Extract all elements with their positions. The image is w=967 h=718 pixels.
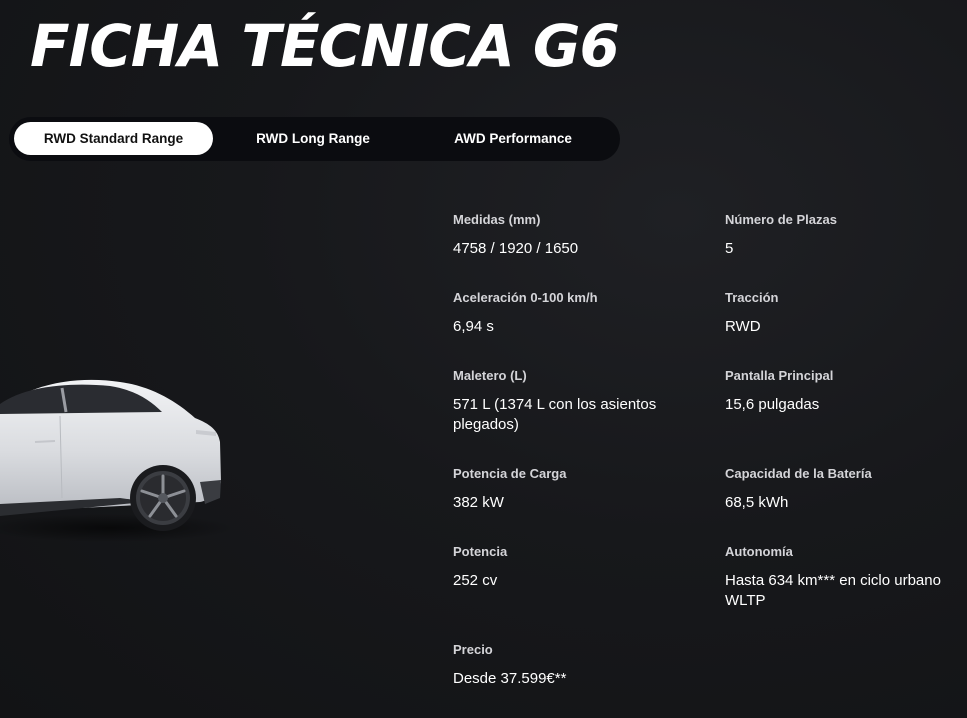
spec-label-pantalla: Pantalla Principal [725, 368, 834, 383]
spec-value-maletero: 571 L (1374 L con los asientos plegados) [453, 396, 657, 433]
spec-label-precio: Precio [453, 642, 493, 657]
spec-value-traccion: RWD [725, 318, 761, 335]
spec-label-plazas: Número de Plazas [725, 212, 837, 227]
tab-awd-performance[interactable]: AWD Performance [413, 122, 613, 155]
spec-label-maletero: Maletero (L) [453, 368, 527, 383]
spec-value-potencia-carga: 382 kW [453, 494, 504, 511]
spec-value-medidas: 4758 / 1920 / 1650 [453, 240, 579, 257]
spec-label-aceleracion: Aceleración 0-100 km/h [453, 290, 598, 305]
spec-label-potencia-carga: Potencia de Carga [453, 466, 567, 481]
spec-label-medidas: Medidas (mm) [453, 212, 541, 227]
spec-value-plazas: 5 [725, 240, 734, 257]
spec-value-aceleracion: 6,94 s [453, 318, 494, 335]
spec-label-bateria: Capacidad de la Batería [725, 466, 872, 481]
spec-value-potencia: 252 cv [453, 572, 498, 589]
car-image [0, 379, 230, 542]
spec-label-potencia: Potencia [453, 544, 508, 559]
spec-label-autonomia: Autonomía [725, 544, 793, 559]
spec-value-pantalla: 15,6 pulgadas [725, 396, 820, 413]
spec-label-traccion: Tracción [725, 290, 779, 305]
version-tabs: RWD Standard Range RWD Long Range AWD Pe… [9, 117, 620, 161]
tab-rwd-long-range[interactable]: RWD Long Range [218, 122, 408, 155]
spec-value-bateria: 68,5 kWh [725, 494, 789, 511]
tab-rwd-standard-range[interactable]: RWD Standard Range [14, 122, 213, 155]
page-title: FICHA TÉCNICA G6 [30, 12, 620, 80]
spec-value-autonomia: Hasta 634 km*** en ciclo urbano WLTP [725, 572, 941, 609]
spec-value-precio: Desde 37.599€** [453, 670, 567, 687]
